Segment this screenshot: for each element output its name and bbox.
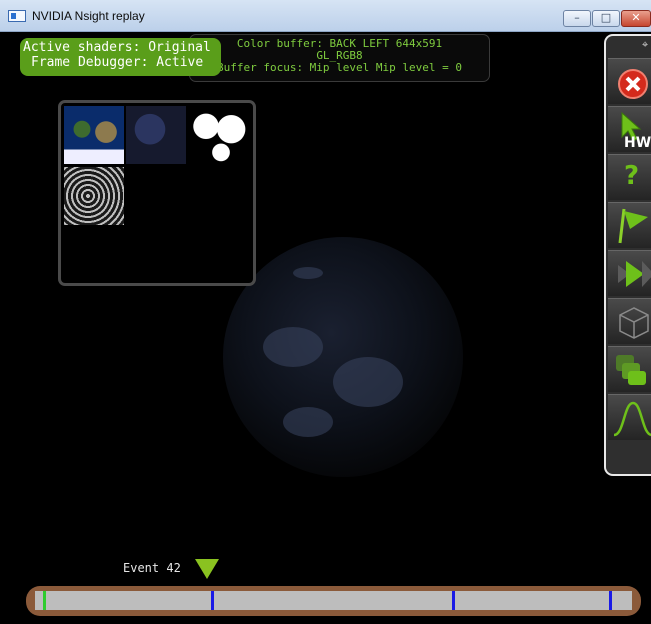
timeline-track[interactable]: [35, 591, 632, 610]
tool-close[interactable]: [608, 58, 651, 104]
play-frame-icon: [618, 261, 651, 287]
app-icon: [8, 10, 26, 22]
texture-panel: [58, 100, 256, 286]
tool-help[interactable]: ?: [608, 154, 651, 200]
layers-icon: [616, 355, 646, 385]
active-shaders-text: Active shaders: Original: [23, 40, 211, 55]
texture-thumbnail[interactable]: [126, 106, 186, 164]
close-tool-icon: [618, 69, 648, 99]
timeline-event-tick[interactable]: [43, 591, 46, 610]
timeline-event-tick[interactable]: [452, 591, 455, 610]
hw-label: HW: [624, 135, 651, 151]
wireframe-cube-icon: [619, 307, 649, 339]
tool-curve[interactable]: [608, 394, 651, 440]
help-icon: ?: [624, 161, 640, 191]
tool-flag[interactable]: [608, 202, 651, 248]
event-marker-icon[interactable]: [195, 559, 219, 579]
texture-thumbnail[interactable]: [64, 106, 124, 164]
rendered-globe: [223, 237, 463, 477]
window-titlebar: NVIDIA Nsight replay – □ ✕: [0, 0, 651, 32]
texture-thumbnail[interactable]: [64, 167, 124, 225]
curve-icon: [613, 401, 651, 437]
render-viewport[interactable]: Color buffer: BACK LEFT 644x591 GL_RGB8 …: [8, 32, 651, 624]
event-label: Event 42: [123, 561, 181, 575]
texture-thumbnail[interactable]: [188, 106, 248, 164]
pin-icon[interactable]: ⌖: [642, 38, 648, 52]
timeline-event-tick[interactable]: [211, 591, 214, 610]
window-title: NVIDIA Nsight replay: [32, 9, 145, 23]
close-button[interactable]: ✕: [621, 10, 651, 27]
event-timeline[interactable]: [26, 586, 641, 616]
tool-play-frame[interactable]: [608, 250, 651, 296]
hud-toolbar: ⌖ HW ?: [604, 34, 651, 476]
tool-hw-cursor[interactable]: HW: [608, 106, 651, 152]
buffer-focus-text: Buffer focus: Mip level Mip level = 0: [216, 61, 463, 74]
timeline-event-tick[interactable]: [609, 591, 612, 610]
flag-icon: [618, 208, 648, 244]
frame-debugger-text: Frame Debugger: Active: [31, 55, 204, 70]
maximize-button[interactable]: □: [592, 10, 620, 27]
tool-wireframe[interactable]: [608, 298, 651, 344]
tool-layers[interactable]: [608, 346, 651, 392]
buffer-info-panel: Color buffer: BACK LEFT 644x591 GL_RGB8 …: [189, 34, 490, 82]
minimize-button[interactable]: –: [563, 10, 591, 27]
